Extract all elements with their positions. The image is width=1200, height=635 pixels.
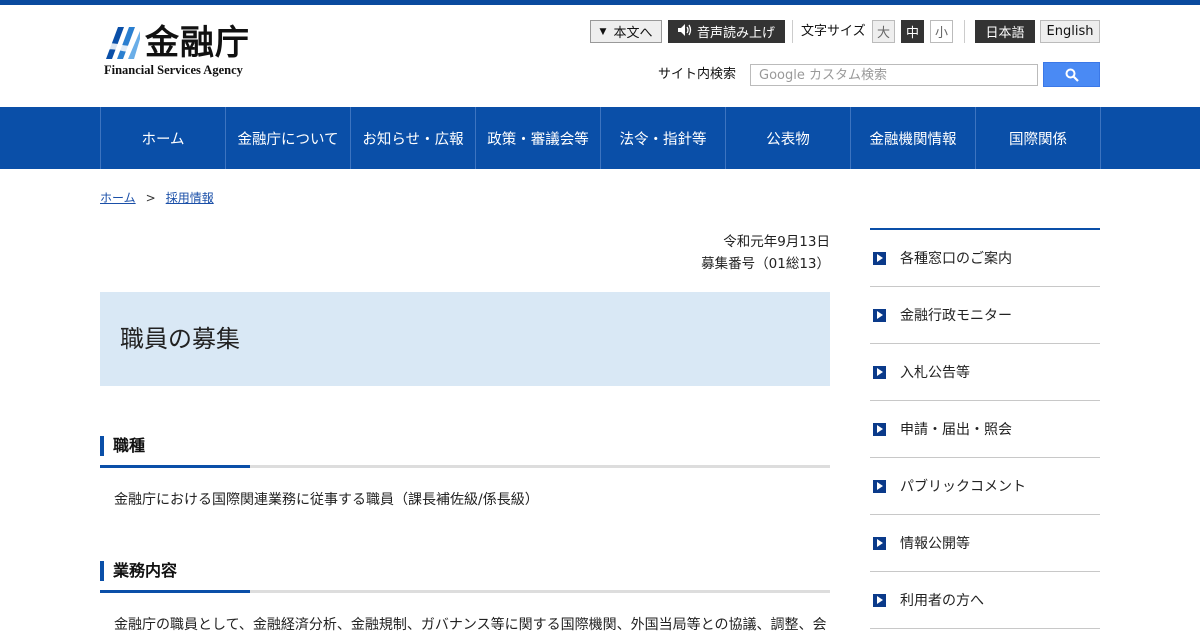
sidebar-item-applications[interactable]: 申請・届出・照会 (870, 401, 1100, 458)
section-underline-accent (100, 590, 250, 593)
arrow-right-icon (873, 365, 886, 379)
sidebar-item-monitor[interactable]: 金融行政モニター (870, 287, 1100, 344)
language-japanese-button[interactable]: 日本語 (975, 20, 1035, 43)
global-navigation: ホーム 金融庁について お知らせ・広報 政策・審議会等 法令・指針等 公表物 金… (0, 107, 1200, 169)
arrow-right-icon (873, 308, 886, 322)
nav-item-about[interactable]: 金融庁について (226, 107, 351, 169)
breadcrumb: ホーム > 採用情報 (100, 189, 214, 206)
nav-item-policy[interactable]: 政策・審議会等 (476, 107, 601, 169)
sidebar-item-contact[interactable]: 各種窓口のご案内 (870, 230, 1100, 287)
arrow-right-icon (873, 593, 886, 607)
nav-item-institutions[interactable]: 金融機関情報 (851, 107, 976, 169)
sidebar-item-label: 情報公開等 (900, 536, 970, 552)
speaker-icon (677, 24, 692, 39)
publish-date: 令和元年9月13日 (723, 234, 830, 250)
nav-item-home[interactable]: ホーム (101, 107, 226, 169)
font-size-small-button[interactable]: 小 (930, 20, 953, 43)
nav-item-international[interactable]: 国際関係 (976, 107, 1101, 169)
sidebar-item-label: 各種窓口のご案内 (900, 251, 1012, 267)
breadcrumb-current-link[interactable]: 採用情報 (166, 189, 214, 206)
text-to-speech-button[interactable]: 音声読み上げ (668, 20, 785, 43)
breadcrumb-separator: > (145, 190, 156, 205)
section-marker (100, 561, 104, 581)
fsa-emblem-icon (104, 27, 140, 59)
section-heading: 業務内容 (113, 561, 178, 580)
breadcrumb-home-link[interactable]: ホーム (100, 189, 136, 206)
divider (792, 20, 793, 43)
site-search-label: サイト内検索 (658, 67, 737, 82)
nav-item-publications[interactable]: 公表物 (726, 107, 851, 169)
arrow-right-icon (873, 422, 886, 436)
section-body: 金融庁における国際関連業務に従事する職員（課長補佐級/係長級） (114, 492, 539, 508)
page-title-box: 職員の募集 (100, 292, 830, 386)
site-search-input[interactable] (750, 64, 1038, 86)
divider (964, 20, 965, 43)
sidebar-item-label: 入札公告等 (900, 365, 970, 381)
page-title: 職員の募集 (120, 325, 240, 353)
nav-item-laws[interactable]: 法令・指針等 (601, 107, 726, 169)
section-underline-accent (100, 465, 250, 468)
recruitment-number: 募集番号（01総13） (701, 256, 830, 272)
fsa-logo[interactable]: 金融庁 Financial Services Agency (100, 22, 270, 82)
language-english-button[interactable]: English (1040, 20, 1100, 43)
sidebar-item-public-comment[interactable]: パブリックコメント (870, 458, 1100, 515)
top-accent-bar (0, 0, 1200, 5)
search-button[interactable] (1043, 62, 1100, 87)
nav-item-news[interactable]: お知らせ・広報 (351, 107, 476, 169)
section-heading: 職種 (113, 436, 146, 455)
sidebar-item-label: 利用者の方へ (900, 593, 984, 609)
skip-to-content-button[interactable]: ▼ 本文へ (590, 20, 662, 43)
font-size-medium-button[interactable]: 中 (901, 20, 924, 43)
sidebar-item-label: 申請・届出・照会 (900, 422, 1012, 438)
logo-subtitle: Financial Services Agency (104, 63, 243, 77)
sidebar-item-users[interactable]: 利用者の方へ (870, 572, 1100, 629)
font-size-label: 文字サイズ (801, 24, 866, 39)
section-marker (100, 436, 104, 456)
triangle-down-icon: ▼ (599, 26, 607, 37)
sidebar-item-label: 金融行政モニター (900, 308, 1012, 324)
arrow-right-icon (873, 479, 886, 493)
sidebar-item-tender[interactable]: 入札公告等 (870, 344, 1100, 401)
logo-name: 金融庁 (145, 23, 250, 63)
search-icon (1065, 68, 1079, 82)
skip-to-content-label: 本文へ (613, 26, 653, 41)
sidebar-item-label: パブリックコメント (900, 479, 1026, 495)
text-to-speech-label: 音声読み上げ (696, 26, 775, 41)
section-body: 金融庁の職員として、金融経済分析、金融規制、ガバナンス等に関する国際機関、外国当… (114, 617, 827, 633)
sidebar-item-disclosure[interactable]: 情報公開等 (870, 515, 1100, 572)
arrow-right-icon (873, 251, 886, 265)
font-size-large-button[interactable]: 大 (872, 20, 895, 43)
arrow-right-icon (873, 536, 886, 550)
